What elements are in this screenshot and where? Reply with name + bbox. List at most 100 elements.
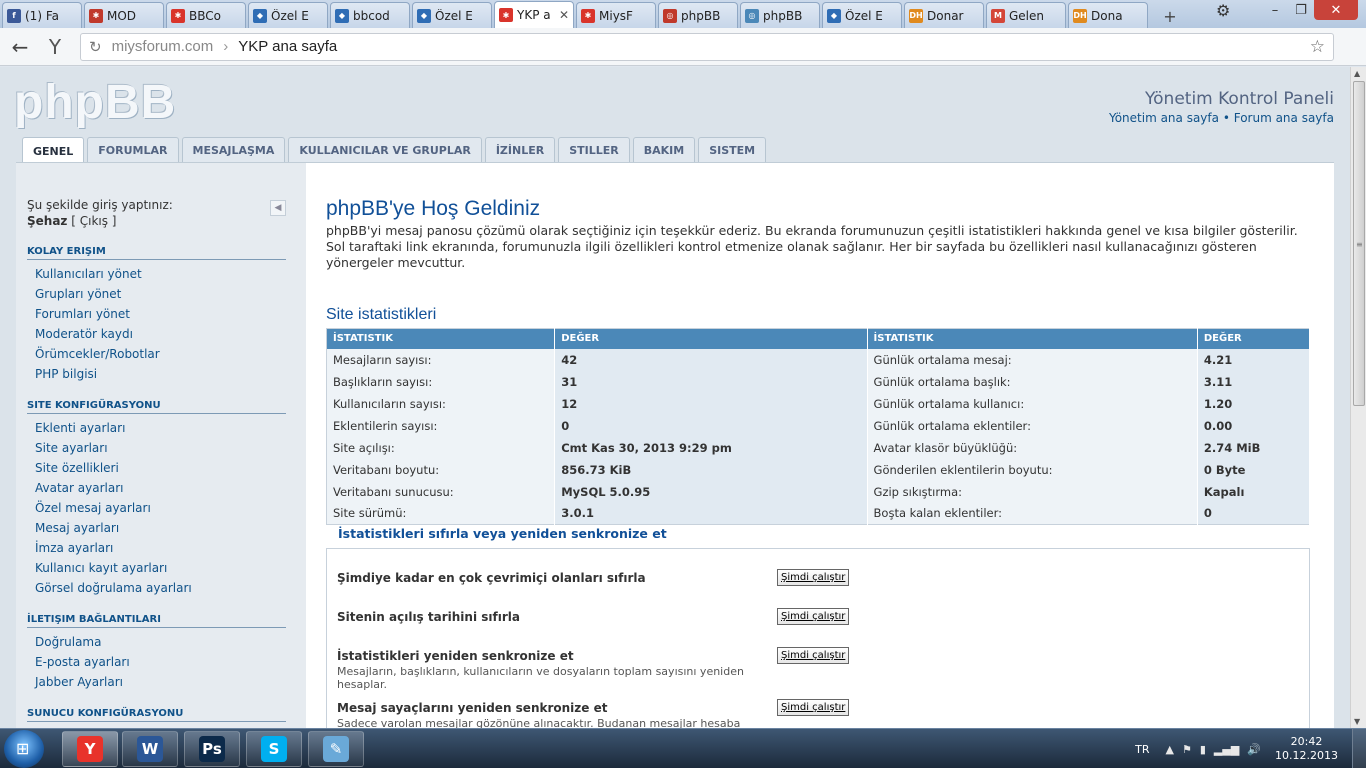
sidebar-link[interactable]: Site özellikleri xyxy=(27,458,286,478)
browser-tab[interactable]: ◆ bbcod xyxy=(330,2,410,28)
nav-tab[interactable]: KULLANICILAR VE GRUPLAR xyxy=(288,137,482,163)
signal-icon[interactable]: ▂▄▆ xyxy=(1214,743,1239,756)
back-arrow-icon[interactable]: ← xyxy=(0,35,40,59)
run-now-button[interactable]: Şimdi çalıştır xyxy=(777,608,850,625)
acp-nav-tabs: GENEL FORUMLAR MESAJLAŞMA KULLANICILAR VE G… xyxy=(22,137,769,164)
sidebar-link[interactable]: PHP bilgisi xyxy=(27,364,286,384)
tab-close-icon[interactable]: ✕ xyxy=(559,8,569,22)
nav-tab[interactable]: FORUMLAR xyxy=(87,137,179,163)
sidebar-link[interactable]: İmza ayarları xyxy=(27,538,286,558)
taskbar-app-notepad[interactable]: ✎ xyxy=(308,731,364,767)
close-window-button[interactable]: ✕ xyxy=(1314,0,1358,20)
browser-tab[interactable]: ◎ phpBB xyxy=(658,2,738,28)
nav-tab[interactable]: GENEL xyxy=(22,137,85,164)
sidebar-link[interactable]: Görsel doğrulama ayarları xyxy=(27,578,286,598)
browser-tab[interactable]: ✱ MiysF xyxy=(576,2,656,28)
run-now-button[interactable]: Şimdi çalıştır xyxy=(777,699,850,716)
sidebar-link[interactable]: Mesaj ayarları xyxy=(27,518,286,538)
reload-icon[interactable]: ↻ xyxy=(89,38,102,56)
sidebar-link[interactable]: Forumları yönet xyxy=(27,304,286,324)
bookmark-star-icon[interactable]: ☆ xyxy=(1310,37,1325,57)
nav-tab[interactable]: BAKIM xyxy=(632,137,696,163)
windows-logo-icon: ⊞ xyxy=(16,739,30,758)
sidebar-link[interactable]: Jabber Ayarları xyxy=(27,672,286,692)
battery-icon[interactable]: ▮ xyxy=(1200,743,1206,756)
logout-link[interactable]: [ Çıkış ] xyxy=(71,214,116,228)
header-links: Yönetim ana sayfa • Forum ana sayfa xyxy=(1109,111,1334,125)
resync-label-text: İstatistikleri yeniden senkronize et xyxy=(337,649,574,663)
login-user: Şehaz [ Çıkış ] xyxy=(27,214,116,228)
browser-tab[interactable]: ✱ YKP a ✕ xyxy=(494,1,574,28)
resync-label-text: Mesaj sayaçlarını yeniden senkronize et xyxy=(337,701,608,715)
taskbar-app-word[interactable]: W xyxy=(122,731,178,767)
url-separator: › xyxy=(223,38,229,55)
forum-home-link[interactable]: Forum ana sayfa xyxy=(1234,111,1334,125)
language-indicator[interactable]: TR xyxy=(1135,743,1149,756)
browser-tab-label: YKP a xyxy=(517,8,551,22)
browser-tab[interactable]: ◎ phpBB xyxy=(740,2,820,28)
scroll-down-icon[interactable]: ▼ xyxy=(1354,717,1360,726)
run-now-button[interactable]: Şimdi çalıştır xyxy=(777,647,850,664)
sidebar-link[interactable]: Kullanıcıları yönet xyxy=(27,264,286,284)
browser-tab[interactable]: DH Dona xyxy=(1068,2,1148,28)
settings-gear-icon[interactable]: ⚙ xyxy=(1216,1,1238,21)
sidebar-link[interactable]: Moderatör kaydı xyxy=(27,324,286,344)
browser-tab[interactable]: DH Donar xyxy=(904,2,984,28)
clock[interactable]: 20:42 10.12.2013 xyxy=(1275,735,1338,763)
sidebar-link[interactable]: Örümcekler/Robotlar xyxy=(27,344,286,364)
sidebar-link[interactable]: Site ayarları xyxy=(27,438,286,458)
browser-tab[interactable]: f (1) Fa xyxy=(2,2,82,28)
yandex-logo-icon[interactable]: Y xyxy=(40,35,70,59)
table-row: Başlıkların sayısı: 31 Günlük ortalama baş… xyxy=(326,370,1311,393)
browser-tab[interactable]: ◆ Özel E xyxy=(248,2,328,28)
sidebar-link[interactable]: E-posta ayarları xyxy=(27,652,286,672)
stats-header-cell: DEĞER xyxy=(1197,328,1311,349)
phpbb-logo: phpBB xyxy=(14,76,177,129)
start-button[interactable]: ⊞ xyxy=(4,730,44,768)
browser-tab[interactable]: ◆ Özel E xyxy=(412,2,492,28)
sidebar-group-title: SUNUCU KONFIGÜRASYONU xyxy=(27,708,286,722)
show-desktop-button[interactable] xyxy=(1352,729,1366,768)
stat-value: 1.20 xyxy=(1197,392,1311,415)
sidebar-group: İLETIŞIM BAĞLANTILARI Doğrulama E-posta ay… xyxy=(27,614,286,692)
stats-header-cell: DEĞER xyxy=(554,328,868,349)
browser-tab[interactable]: M Gelen xyxy=(986,2,1066,28)
nav-tab[interactable]: STILLER xyxy=(558,137,630,163)
nav-tab[interactable]: İZİNLER xyxy=(484,137,556,163)
acp-home-link[interactable]: Yönetim ana sayfa xyxy=(1109,111,1219,125)
minimize-button[interactable]: – xyxy=(1262,0,1288,20)
taskbar-app-photoshop[interactable]: Ps xyxy=(184,731,240,767)
browser-tab-label: Özel E xyxy=(435,8,473,23)
url-field[interactable]: ↻ miysforum.com › YKP ana sayfa ☆ xyxy=(80,32,1334,61)
stat-label: Kullanıcıların sayısı: xyxy=(326,392,556,415)
nav-tab[interactable]: MESAJLAŞMA xyxy=(181,137,286,163)
taskbar-app-skype[interactable]: S xyxy=(246,731,302,767)
sidebar-link[interactable]: Grupları yönet xyxy=(27,284,286,304)
vertical-scrollbar[interactable]: ▲ ≡ ▼ xyxy=(1350,67,1366,728)
resync-label: Sitenin açılış tarihini sıfırla xyxy=(337,610,767,624)
maximize-button[interactable]: ❐ xyxy=(1288,0,1314,20)
browser-tab[interactable]: ◆ Özel E xyxy=(822,2,902,28)
sidebar-link[interactable]: Özel mesaj ayarları xyxy=(27,498,286,518)
taskbar-app-yandex-browser[interactable]: Y xyxy=(62,731,118,767)
browser-tab[interactable]: ✱ MOD xyxy=(84,2,164,28)
sidebar-link[interactable]: Kullanıcı kayıt ayarları xyxy=(27,558,286,578)
run-now-button[interactable]: Şimdi çalıştır xyxy=(777,569,850,586)
scroll-up-icon[interactable]: ▲ xyxy=(1354,69,1360,78)
browser-tab[interactable]: ✱ BBCo xyxy=(166,2,246,28)
stat-value: Cmt Kas 30, 2013 9:29 pm xyxy=(554,436,868,459)
flag-icon[interactable]: ⚑ xyxy=(1182,743,1192,756)
volume-icon[interactable]: 🔊 xyxy=(1247,743,1261,756)
scroll-thumb[interactable]: ≡ xyxy=(1353,81,1365,406)
stat-label: Site sürümü: xyxy=(326,502,556,525)
collapse-sidebar-button[interactable]: ◀ xyxy=(270,200,286,216)
nav-tab[interactable]: SISTEM xyxy=(698,137,767,163)
browser-tab-label: Özel E xyxy=(271,8,309,23)
sidebar-link[interactable]: Avatar ayarları xyxy=(27,478,286,498)
username: Şehaz xyxy=(27,214,68,228)
tray-arrow-icon[interactable]: ▲ xyxy=(1166,743,1174,756)
sidebar-link[interactable]: Eklenti ayarları xyxy=(27,418,286,438)
sidebar-link[interactable]: Doğrulama xyxy=(27,632,286,652)
login-label: Şu şekilde giriş yaptınız: xyxy=(27,198,173,212)
new-tab-button[interactable]: + xyxy=(1158,4,1182,28)
